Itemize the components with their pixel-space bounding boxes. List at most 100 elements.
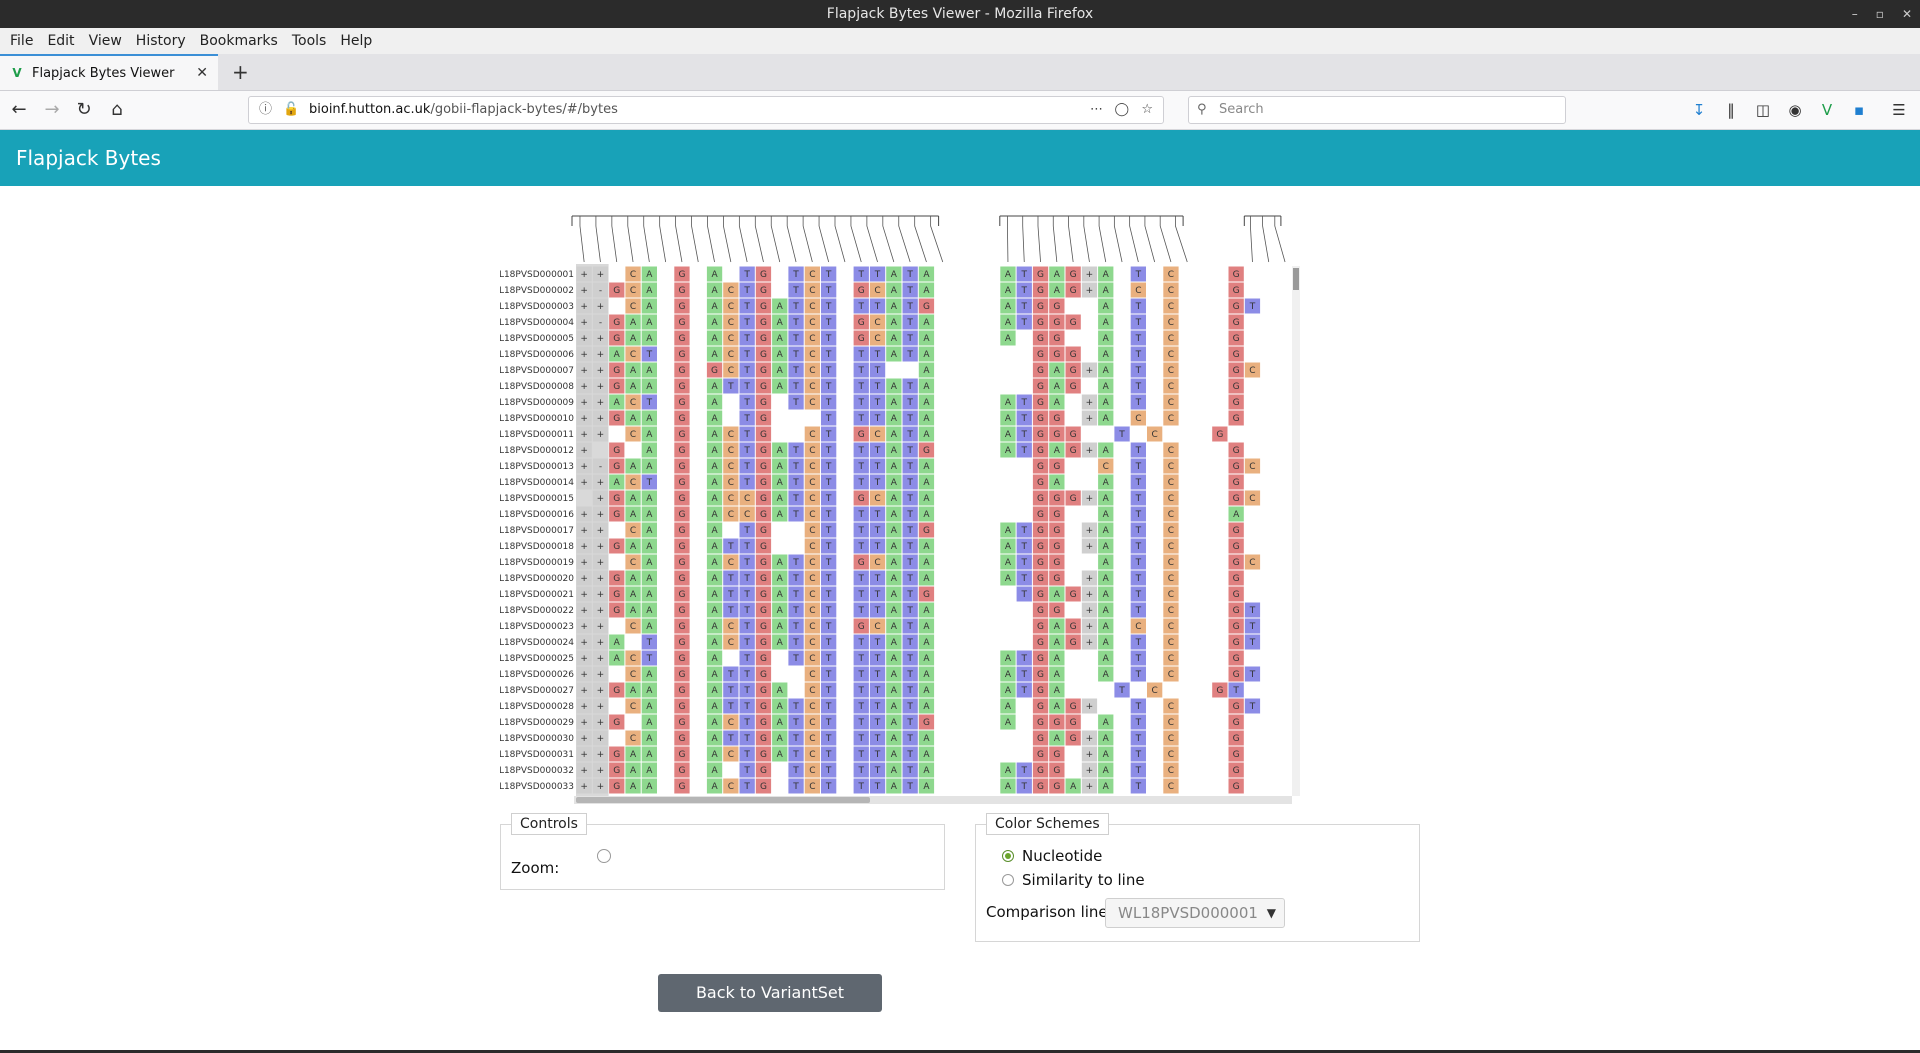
line-name[interactable]: WL18PVSD000001 (500, 270, 574, 280)
genotype-grid-svg[interactable]: WL18PVSD000001++CAGATGTCTTTATAATGAG+ATCG… (500, 210, 1300, 806)
line-name[interactable]: WL18PVSD000018 (500, 542, 574, 552)
line-name[interactable]: WL18PVSD000022 (500, 606, 574, 616)
nucleotide-radio[interactable] (1002, 850, 1014, 862)
line-name[interactable]: WL18PVSD000008 (500, 382, 574, 392)
line-name[interactable]: WL18PVSD000003 (500, 302, 574, 312)
line-name[interactable]: WL18PVSD000009 (500, 398, 574, 408)
genotype-canvas[interactable]: WL18PVSD000001++CAGATGTCTTTATAATGAG+ATCG… (500, 210, 1300, 806)
allele-letter: C (809, 286, 815, 296)
vertical-scrollbar[interactable] (1292, 266, 1300, 796)
line-name[interactable]: WL18PVSD000010 (500, 414, 574, 424)
similarity-radio[interactable] (1002, 874, 1014, 886)
allele-letter: T (1249, 622, 1256, 632)
line-name[interactable]: WL18PVSD000019 (500, 558, 574, 568)
line-name[interactable]: WL18PVSD000006 (500, 350, 574, 360)
vertical-scroll-thumb[interactable] (1293, 268, 1299, 290)
line-name[interactable]: WL18PVSD000004 (500, 318, 574, 328)
back-to-variantset-button[interactable]: Back to VariantSet selection (658, 974, 882, 1040)
allele-letter: T (858, 350, 865, 360)
line-name[interactable]: WL18PVSD000025 (500, 654, 574, 664)
forward-icon[interactable]: → (41, 99, 63, 121)
line-name[interactable]: WL18PVSD000032 (500, 766, 574, 776)
restore-icon[interactable]: ▫ (1876, 7, 1884, 21)
allele-letter: A (1103, 622, 1110, 632)
line-name[interactable]: WL18PVSD000016 (500, 510, 574, 520)
url-bar[interactable]: ⓘ 🔓 bioinf.hutton.ac.uk/gobii-flapjack-b… (248, 96, 1164, 124)
account-icon[interactable]: ◉ (1786, 101, 1804, 119)
menu-tools[interactable]: Tools (292, 33, 327, 49)
allele-letter: A (891, 590, 898, 600)
menu-history[interactable]: History (136, 33, 186, 49)
zoom-slider-handle[interactable] (597, 849, 611, 863)
line-name[interactable]: WL18PVSD000017 (500, 526, 574, 536)
menu-file[interactable]: File (10, 33, 33, 49)
allele-letter: A (891, 462, 898, 472)
insecure-lock-icon[interactable]: 🔓 (283, 97, 299, 123)
allele-letter: A (1054, 670, 1061, 680)
hamburger-menu-icon[interactable]: ☰ (1890, 101, 1908, 119)
menu-view[interactable]: View (89, 33, 122, 49)
line-name[interactable]: WL18PVSD000015 (500, 494, 574, 504)
minimize-icon[interactable]: – (1852, 7, 1858, 21)
pocket-icon[interactable]: ◯ (1114, 97, 1129, 123)
horizontal-scroll-thumb[interactable] (576, 797, 870, 803)
allele-letter: G (760, 670, 767, 680)
vue-devtools-icon[interactable]: V (1818, 101, 1836, 119)
line-name[interactable]: WL18PVSD000013 (500, 462, 574, 472)
search-bar[interactable]: ⚲ Search (1188, 96, 1566, 124)
allele-letter: C (630, 558, 636, 568)
menu-bookmarks[interactable]: Bookmarks (200, 33, 278, 49)
line-name[interactable]: WL18PVSD000023 (500, 622, 574, 632)
line-name[interactable]: WL18PVSD000030 (500, 734, 574, 744)
new-tab-icon[interactable]: + (232, 60, 249, 84)
allele-letter: A (711, 414, 718, 424)
line-name[interactable]: WL18PVSD000014 (500, 478, 574, 488)
tab-active[interactable]: V Flapjack Bytes Viewer ✕ (0, 54, 218, 90)
allele-letter: G (1216, 686, 1223, 696)
allele-letter: A (711, 302, 718, 312)
allele-letter: C (630, 478, 636, 488)
allele-letter: G (1233, 526, 1240, 536)
line-name[interactable]: WL18PVSD000026 (500, 670, 574, 680)
page-actions-icon[interactable]: ⋯ (1090, 97, 1103, 123)
line-name[interactable]: WL18PVSD000028 (500, 702, 574, 712)
sidebar-icon[interactable]: ◫ (1754, 101, 1772, 119)
line-name[interactable]: WL18PVSD000027 (500, 686, 574, 696)
menu-help[interactable]: Help (340, 33, 372, 49)
allele-letter: T (825, 670, 832, 680)
allele-letter: T (825, 782, 832, 792)
bookmark-star-icon[interactable]: ☆ (1141, 97, 1153, 123)
reload-icon[interactable]: ↻ (73, 99, 95, 121)
back-icon[interactable]: ← (8, 99, 30, 121)
line-name[interactable]: WL18PVSD000024 (500, 638, 574, 648)
comparison-line-select[interactable]: WL18PVSD000001 ▼ (1105, 898, 1285, 928)
line-name[interactable]: WL18PVSD000011 (500, 430, 574, 440)
allele-letter: T (874, 542, 881, 552)
line-name[interactable]: WL18PVSD000031 (500, 750, 574, 760)
line-name[interactable]: WL18PVSD000012 (500, 446, 574, 456)
close-window-icon[interactable]: ✕ (1902, 7, 1912, 21)
line-name[interactable]: WL18PVSD000021 (500, 590, 574, 600)
allele-letter: A (923, 734, 930, 744)
line-name[interactable]: WL18PVSD000029 (500, 718, 574, 728)
extension-icon[interactable]: ▪ (1850, 101, 1868, 119)
allele-letter: G (613, 462, 620, 472)
line-name[interactable]: WL18PVSD000005 (500, 334, 574, 344)
allele-letter: T (743, 414, 750, 424)
allele-letter: T (792, 638, 799, 648)
allele-letter: T (858, 766, 865, 776)
close-tab-icon[interactable]: ✕ (196, 65, 208, 81)
allele-letter: A (646, 302, 653, 312)
line-name[interactable]: WL18PVSD000007 (500, 366, 574, 376)
allele-letter: + (597, 510, 605, 520)
allele-letter: C (809, 638, 815, 648)
line-name[interactable]: WL18PVSD000020 (500, 574, 574, 584)
downloads-icon[interactable]: ↧ (1690, 101, 1708, 119)
line-name[interactable]: WL18PVSD000002 (500, 286, 574, 296)
allele-letter: C (1168, 766, 1174, 776)
site-info-icon[interactable]: ⓘ (259, 97, 272, 123)
home-icon[interactable]: ⌂ (106, 99, 128, 121)
menu-edit[interactable]: Edit (47, 33, 74, 49)
library-icon[interactable]: ‖ (1722, 101, 1740, 119)
line-name[interactable]: WL18PVSD000033 (500, 782, 574, 792)
